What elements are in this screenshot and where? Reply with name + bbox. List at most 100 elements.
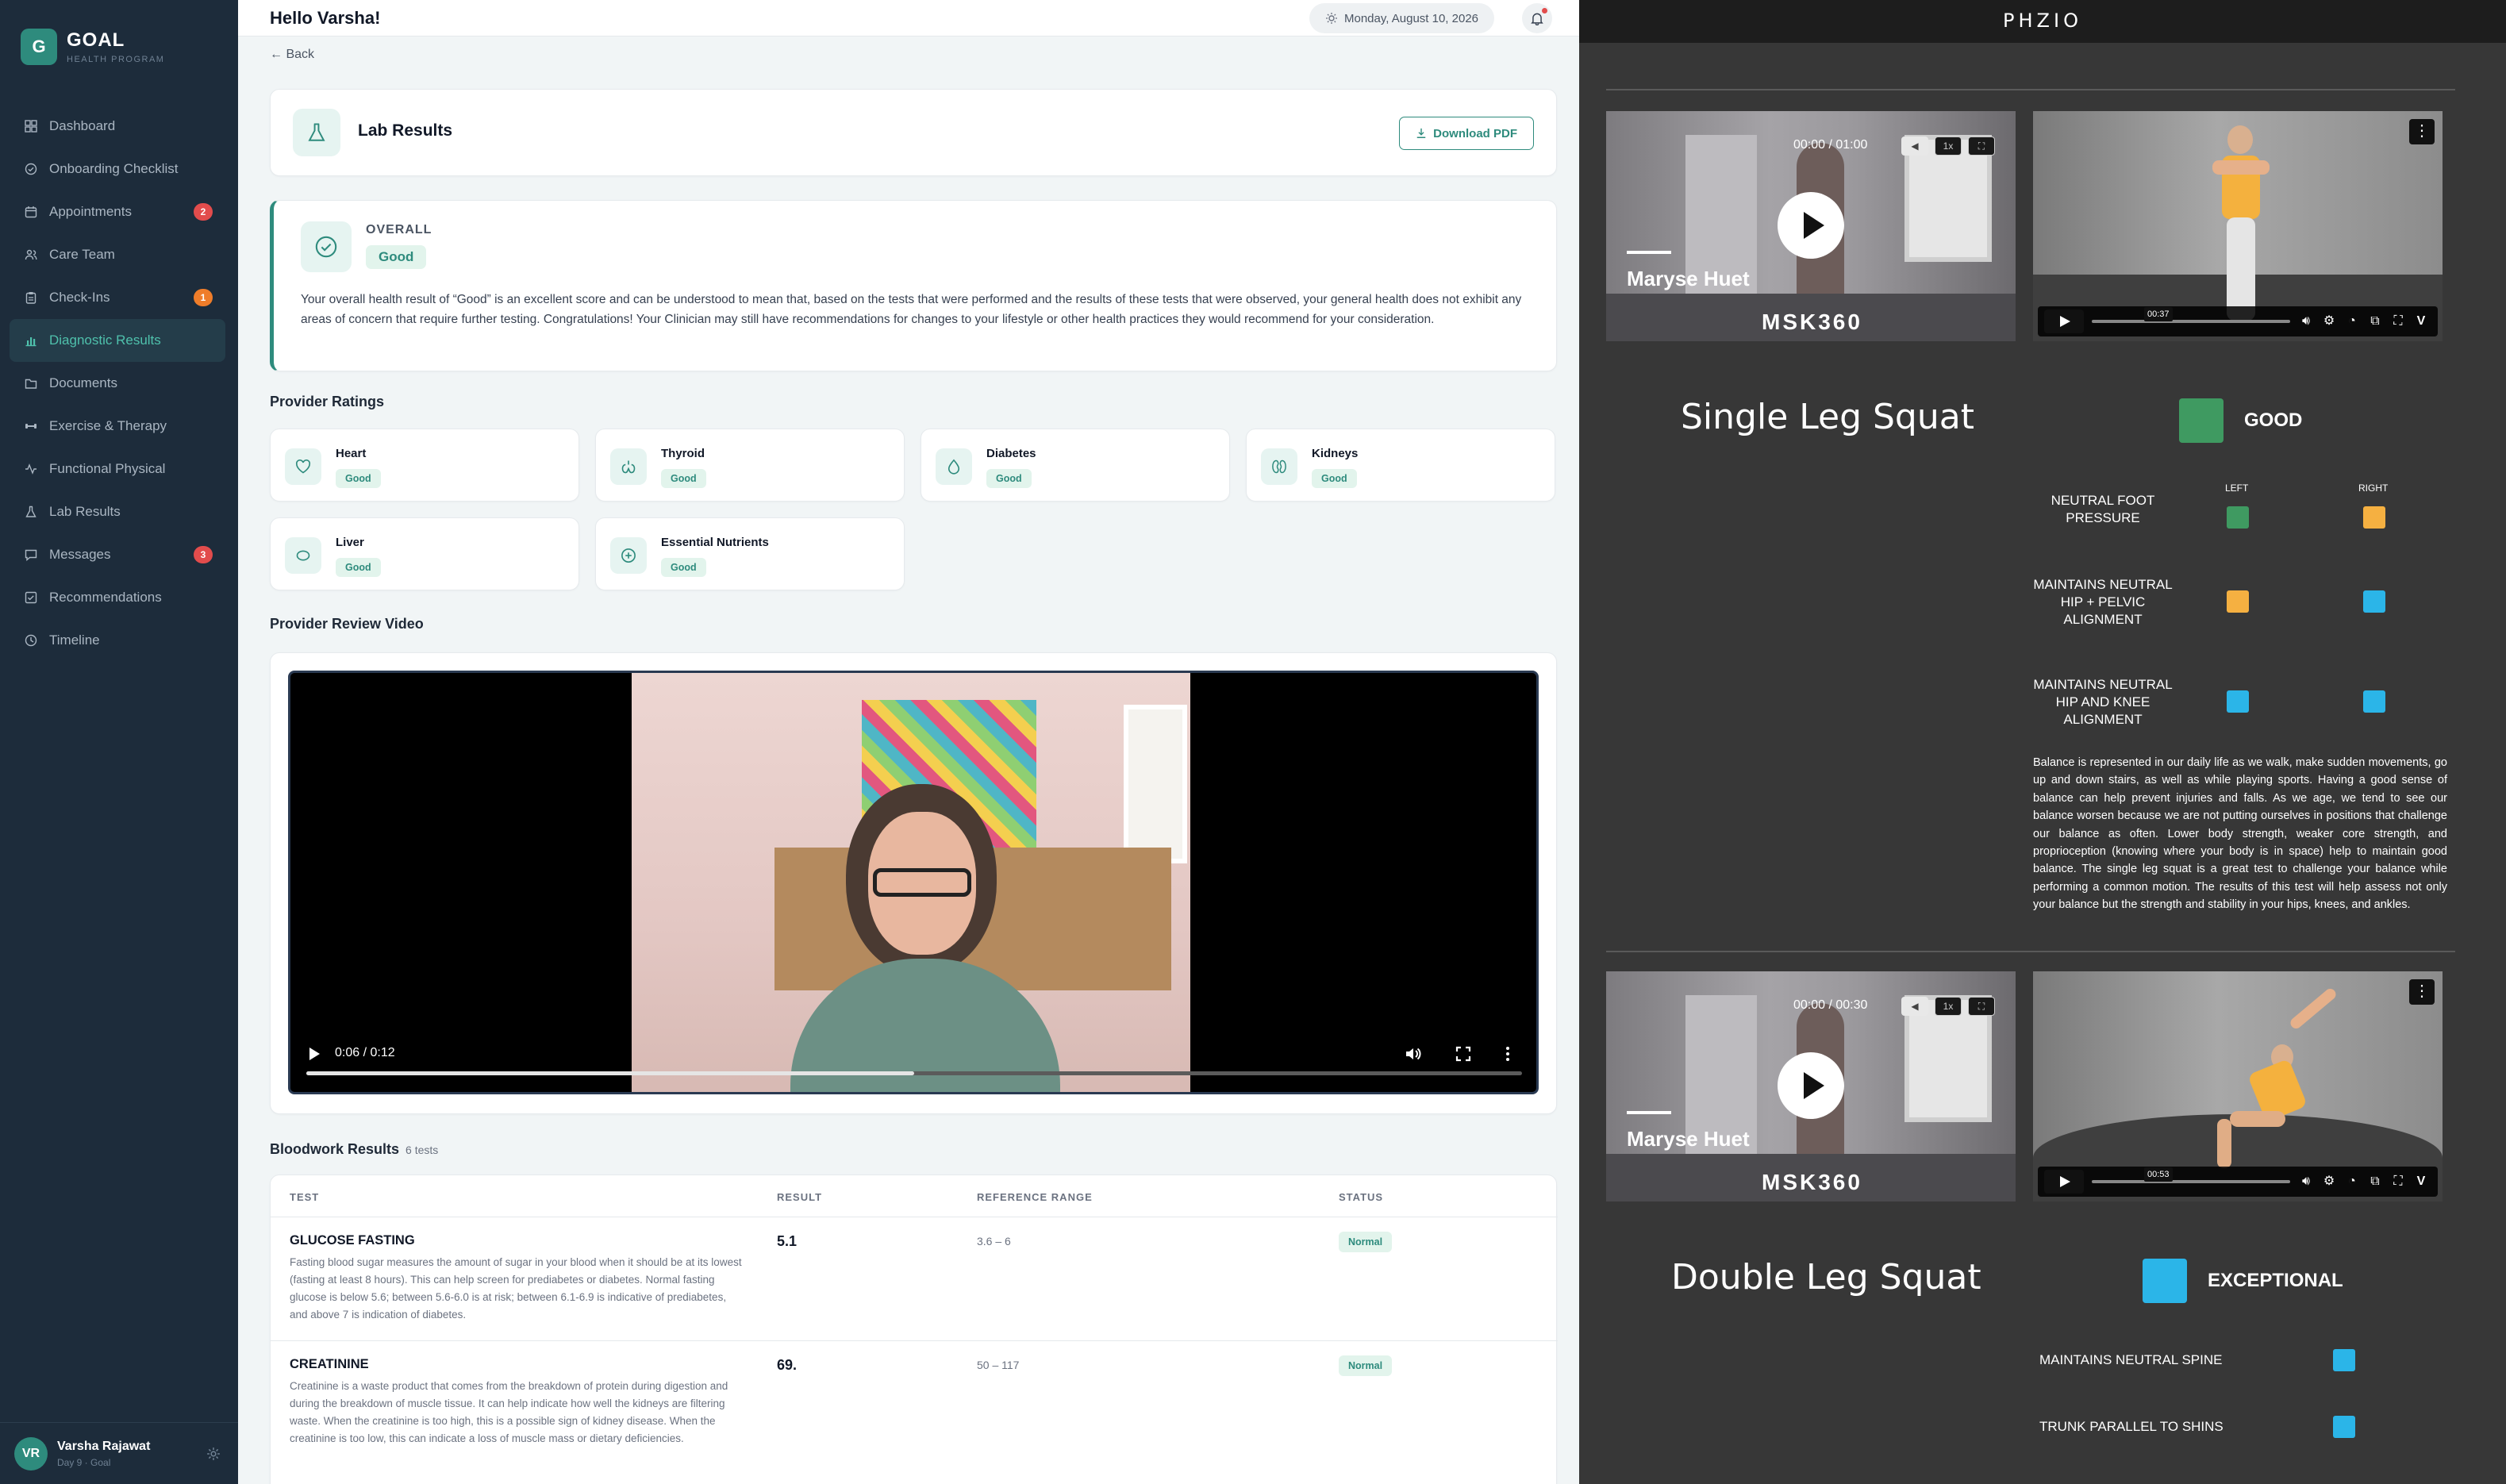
rating-card-essential-nutrients[interactable]: Essential Nutrients Good bbox=[595, 517, 905, 590]
test-name: GLUCOSE FASTING bbox=[290, 1233, 415, 1248]
fullscreen-button[interactable]: ⛶ bbox=[1968, 997, 1995, 1016]
instruction-video-2[interactable]: 00:00 / 00:30 ◀ 1x ⛶ Maryse Huet MSK360 bbox=[1606, 971, 2016, 1201]
rating-card-liver[interactable]: Liver Good bbox=[270, 517, 579, 590]
overall-badge: Good bbox=[366, 245, 427, 269]
more-options-icon[interactable]: ⋮ bbox=[2409, 119, 2435, 144]
rating-card-heart[interactable]: Heart Good bbox=[270, 429, 579, 502]
sidebar-item-label: Dashboard bbox=[49, 118, 116, 133]
column-header-range: REFERENCE RANGE bbox=[977, 1191, 1093, 1203]
play-button[interactable] bbox=[309, 1048, 320, 1060]
brand[interactable]: G GOAL HEALTH PROGRAM bbox=[21, 29, 164, 65]
sidebar: G GOAL HEALTH PROGRAM Dashboard Onboardi… bbox=[0, 0, 238, 1484]
phzio-header: PHZIO bbox=[1579, 0, 2506, 43]
vimeo-progress[interactable]: 00:37 bbox=[2092, 307, 2290, 323]
rating-card-thyroid[interactable]: Thyroid Good bbox=[595, 429, 905, 502]
criterion-right-swatch bbox=[2363, 506, 2385, 529]
sidebar-item-documents[interactable]: Documents bbox=[10, 362, 225, 405]
video-time: 0:06 / 0:12 bbox=[335, 1046, 395, 1059]
message-icon bbox=[24, 548, 38, 562]
sidebar-item-label: Care Team bbox=[49, 247, 115, 262]
back-link[interactable]: ← Back bbox=[270, 48, 314, 62]
sidebar-item-label: Onboarding Checklist bbox=[49, 161, 179, 176]
mute-button[interactable]: ◀ bbox=[1901, 136, 1928, 156]
sidebar-item-lab-results[interactable]: Lab Results bbox=[10, 490, 225, 533]
speed-icon[interactable]: ◔ bbox=[2344, 313, 2360, 329]
reference-range: 50 – 117 bbox=[977, 1359, 1020, 1371]
sidebar-item-messages[interactable]: Messages 3 bbox=[10, 533, 225, 576]
download-pdf-label: Download PDF bbox=[1433, 126, 1517, 140]
sidebar-item-recommendations[interactable]: Recommendations bbox=[10, 576, 225, 619]
sidebar-item-onboarding-checklist[interactable]: Onboarding Checklist bbox=[10, 148, 225, 190]
play-button[interactable] bbox=[2044, 1170, 2084, 1194]
more-options-icon[interactable]: ⋮ bbox=[2409, 979, 2435, 1005]
video-brand: MSK360 bbox=[1762, 309, 1862, 334]
sidebar-item-diagnostic-results[interactable]: Diagnostic Results bbox=[10, 319, 225, 362]
kidneys-icon bbox=[1261, 448, 1297, 485]
volume-icon[interactable] bbox=[1403, 1044, 1422, 1063]
rating-status: Good bbox=[986, 469, 1032, 488]
brand-logo: G bbox=[21, 29, 57, 65]
volume-icon[interactable]: 🔊︎ bbox=[2298, 1174, 2314, 1190]
sidebar-item-exercise-therapy[interactable]: Exercise & Therapy bbox=[10, 405, 225, 448]
notifications-button[interactable] bbox=[1522, 3, 1552, 33]
status-badge: Normal bbox=[1339, 1355, 1393, 1376]
sidebar-item-label: Lab Results bbox=[49, 504, 121, 519]
patient-video-2[interactable]: ⋮ 00:53 🔊︎ ⚙︎ ◔ ⧉ ⛶ V bbox=[2033, 971, 2443, 1201]
provider-video-player[interactable]: 0:06 / 0:12 bbox=[288, 671, 1539, 1094]
speed-button[interactable]: 1x bbox=[1935, 997, 1962, 1016]
settings-icon[interactable]: ⚙︎ bbox=[2321, 313, 2337, 329]
user-profile[interactable]: VR Varsha Rajawat Day 9 · Goal bbox=[0, 1422, 238, 1484]
fullscreen-icon[interactable] bbox=[1454, 1044, 1473, 1063]
rating-status: Good bbox=[661, 469, 706, 488]
volume-icon[interactable]: 🔊︎ bbox=[2298, 313, 2314, 329]
grade-swatch bbox=[2179, 398, 2223, 443]
speed-icon[interactable]: ◔ bbox=[2344, 1174, 2360, 1190]
column-header-test: TEST bbox=[290, 1191, 320, 1203]
mute-button[interactable]: ◀ bbox=[1901, 997, 1928, 1016]
rating-status: Good bbox=[1312, 469, 1357, 488]
phzio-panel: PHZIO 00:00 / 01:00 ◀ 1x ⛶ Maryse Huet M… bbox=[1579, 0, 2506, 1484]
sidebar-item-check-ins[interactable]: Check-Ins 1 bbox=[10, 276, 225, 319]
vimeo-icon[interactable]: V bbox=[2413, 313, 2429, 329]
plus-circle-icon bbox=[610, 537, 647, 574]
vimeo-progress[interactable]: 00:53 bbox=[2092, 1167, 2290, 1183]
sidebar-item-dashboard[interactable]: Dashboard bbox=[10, 105, 225, 148]
rating-card-kidneys[interactable]: Kidneys Good bbox=[1246, 429, 1555, 502]
play-button[interactable] bbox=[1778, 192, 1844, 259]
settings-icon[interactable]: ⚙︎ bbox=[2321, 1174, 2337, 1190]
thyroid-icon bbox=[610, 448, 647, 485]
pip-icon[interactable]: ⧉ bbox=[2367, 313, 2383, 329]
speed-button[interactable]: 1x bbox=[1935, 136, 1962, 156]
grade-label: GOOD bbox=[2244, 409, 2303, 431]
fullscreen-button[interactable]: ⛶ bbox=[1968, 136, 1995, 156]
criterion-left-swatch bbox=[2227, 590, 2249, 613]
rating-card-diabetes[interactable]: Diabetes Good bbox=[921, 429, 1230, 502]
criterion-left-swatch bbox=[2227, 690, 2249, 713]
sidebar-item-label: Functional Physical bbox=[49, 461, 166, 476]
sidebar-item-appointments[interactable]: Appointments 2 bbox=[10, 190, 225, 233]
sidebar-item-label: Exercise & Therapy bbox=[49, 418, 167, 433]
overall-description: Your overall health result of “Good” is … bbox=[301, 293, 1522, 326]
instructor-name: Maryse Huet bbox=[1627, 267, 1750, 290]
vimeo-icon[interactable]: V bbox=[2413, 1174, 2429, 1190]
instruction-video-1[interactable]: 00:00 / 01:00 ◀ 1x ⛶ Maryse Huet MSK360 bbox=[1606, 111, 2016, 341]
test-name: CREATININE bbox=[290, 1357, 369, 1371]
heart-icon bbox=[285, 448, 321, 485]
sidebar-item-timeline[interactable]: Timeline bbox=[10, 619, 225, 662]
gear-icon[interactable] bbox=[206, 1447, 221, 1461]
play-button[interactable] bbox=[2044, 309, 2084, 333]
pip-icon[interactable]: ⧉ bbox=[2367, 1174, 2383, 1190]
fullscreen-icon[interactable]: ⛶ bbox=[2390, 313, 2406, 329]
sidebar-item-functional-physical[interactable]: Functional Physical bbox=[10, 448, 225, 490]
name-underline bbox=[1627, 1111, 1671, 1114]
download-pdf-button[interactable]: Download PDF bbox=[1399, 117, 1534, 150]
video-progress-track[interactable] bbox=[306, 1071, 1522, 1075]
patient-video-1[interactable]: ⋮ 00:37 🔊︎ ⚙︎ ◔ ⧉ ⛶ V bbox=[2033, 111, 2443, 341]
phzio-logo: PHZIO bbox=[2003, 10, 2082, 32]
sidebar-item-care-team[interactable]: Care Team bbox=[10, 233, 225, 276]
more-options-icon[interactable] bbox=[1498, 1044, 1517, 1063]
fullscreen-icon[interactable]: ⛶ bbox=[2390, 1174, 2406, 1190]
play-button[interactable] bbox=[1778, 1052, 1844, 1119]
grade-swatch bbox=[2143, 1259, 2187, 1303]
criterion-left-swatch bbox=[2227, 506, 2249, 529]
